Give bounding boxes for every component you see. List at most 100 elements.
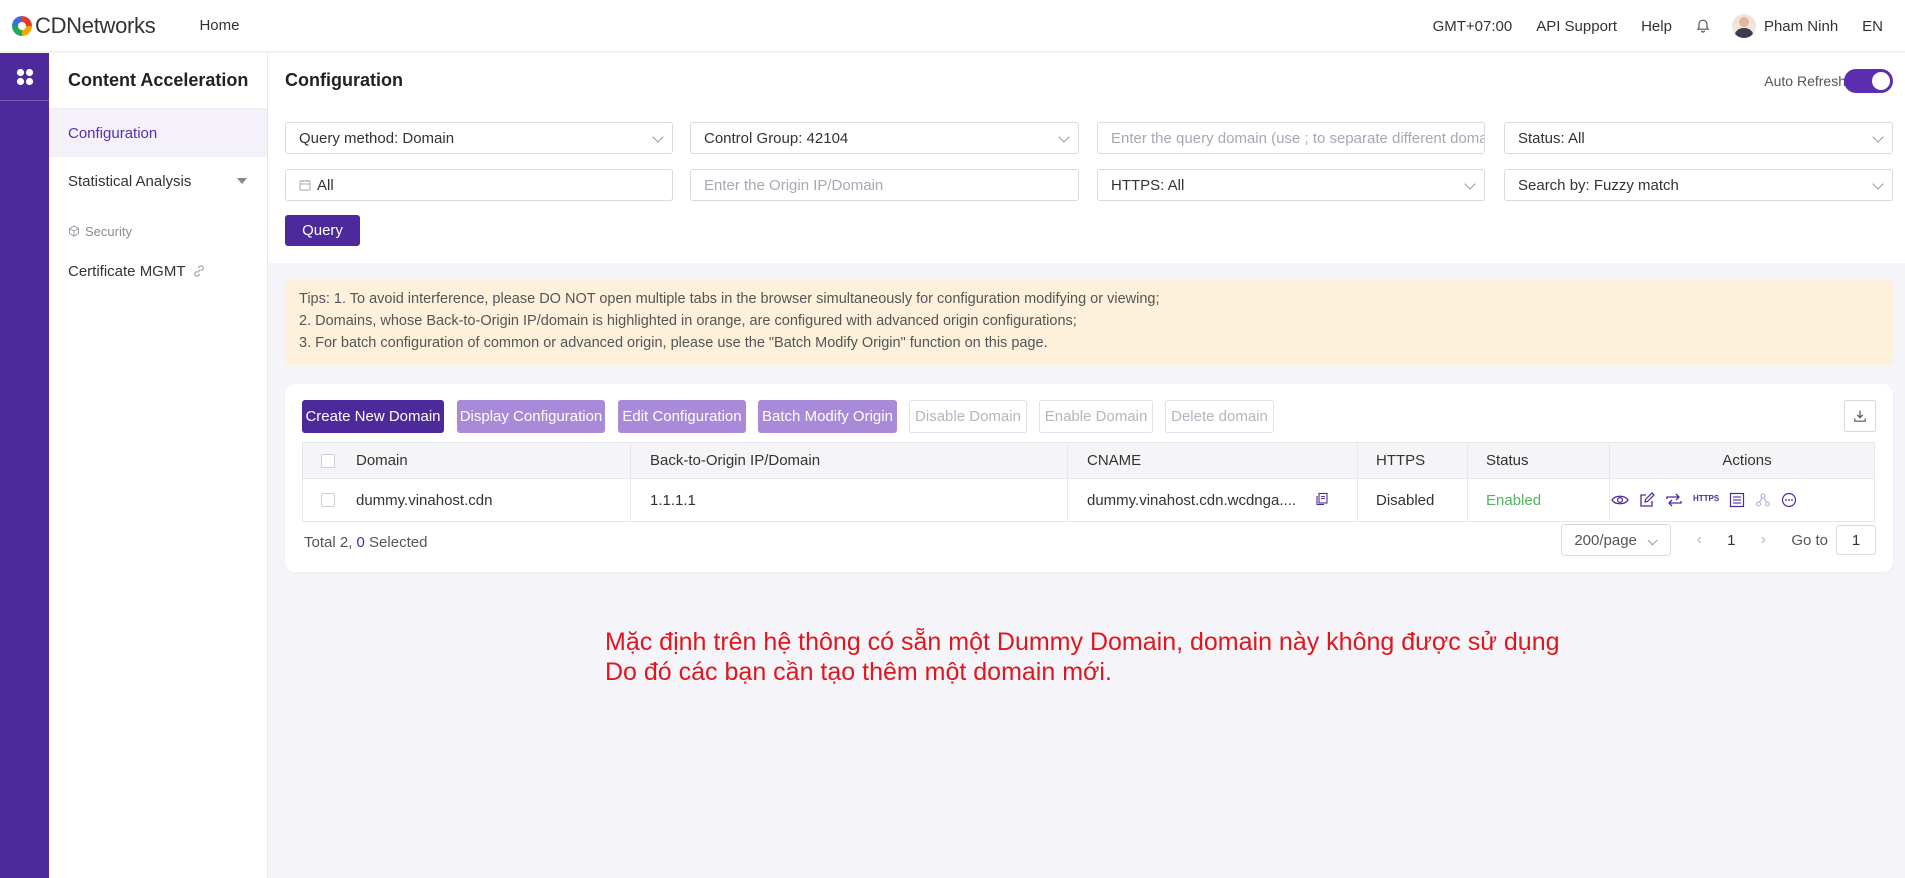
cube-icon <box>69 225 79 237</box>
date-value: All <box>317 176 334 194</box>
query-method-select[interactable]: Query method: Domain <box>285 122 673 154</box>
view-icon[interactable] <box>1611 493 1629 507</box>
top-bar: CDNetworks Home GMT+07:00 API Support He… <box>0 0 1905 52</box>
next-page-icon[interactable]: › <box>1753 530 1773 550</box>
user-name[interactable]: Pham Ninh <box>1764 18 1838 35</box>
refresh-switch-icon[interactable] <box>1665 492 1683 508</box>
prev-page-icon[interactable]: ‹ <box>1689 530 1709 550</box>
search-by-select[interactable]: Search by: Fuzzy match <box>1504 169 1893 201</box>
delete-domain-button[interactable]: Delete domain <box>1165 400 1274 433</box>
header-status: Status <box>1486 452 1529 469</box>
filter-panel: Configuration Auto Refresh Query method:… <box>268 53 1905 263</box>
domain-query-input[interactable] <box>1097 122 1485 154</box>
topology-icon[interactable] <box>1755 492 1771 508</box>
domain-table: Domain Back-to-Origin IP/Domain CNAME HT… <box>302 442 1875 522</box>
avatar[interactable] <box>1731 14 1756 38</box>
app-rail <box>0 53 49 878</box>
display-configuration-button[interactable]: Display Configuration <box>457 400 605 433</box>
chevron-down-icon <box>1872 178 1884 190</box>
sidebar-item-label: Statistical Analysis <box>68 172 192 190</box>
table-row[interactable]: dummy.vinahost.cdn 1.1.1.1 dummy.vinahos… <box>303 479 1874 521</box>
annotation-line: Mặc định trên hệ thông có sẵn một Dummy … <box>605 628 1560 656</box>
annotation-text: Mặc định trên hệ thông có sẵn một Dummy … <box>605 627 1560 687</box>
https-icon[interactable]: HTTPS <box>1693 494 1719 503</box>
nav-home[interactable]: Home <box>199 17 239 34</box>
caret-down-icon <box>237 178 247 184</box>
tip-line: Tips: 1. To avoid interference, please D… <box>299 291 1160 307</box>
chevron-down-icon <box>1464 178 1476 190</box>
brand-name: CDNetworks <box>35 12 156 38</box>
auto-refresh-toggle[interactable] <box>1844 69 1893 93</box>
link-icon <box>193 265 204 277</box>
status-select[interactable]: Status: All <box>1504 122 1893 154</box>
logo-icon <box>12 15 32 36</box>
domain-table-card: Create New Domain Display Configuration … <box>285 384 1893 572</box>
calendar-icon <box>299 180 311 191</box>
sidebar-section-security: Security <box>49 215 267 247</box>
sidebar-item-statistical-analysis[interactable]: Statistical Analysis <box>49 157 267 205</box>
page-size-select[interactable]: 200/page <box>1561 524 1672 556</box>
header-cname: CNAME <box>1087 452 1142 469</box>
disable-domain-button[interactable]: Disable Domain <box>909 400 1027 433</box>
select-value: HTTPS: All <box>1111 176 1185 194</box>
download-button[interactable] <box>1844 400 1876 432</box>
section-label: Security <box>85 223 132 239</box>
total-count: Total 2, <box>304 534 357 551</box>
cell-https: Disabled <box>1376 491 1435 509</box>
row-checkbox[interactable] <box>321 493 335 507</box>
cell-origin: 1.1.1.1 <box>650 491 696 509</box>
select-value: Control Group: 42104 <box>704 129 849 147</box>
current-page[interactable]: 1 <box>1709 532 1753 549</box>
sidebar-item-configuration[interactable]: Configuration <box>49 109 267 157</box>
enable-domain-button[interactable]: Enable Domain <box>1039 400 1153 433</box>
log-list-icon[interactable] <box>1729 492 1745 508</box>
copy-icon[interactable] <box>1315 492 1329 506</box>
timezone-selector[interactable]: GMT+07:00 <box>1433 18 1513 35</box>
header-actions: Actions <box>1722 452 1772 469</box>
chevron-down-icon <box>1872 131 1884 143</box>
select-all-checkbox[interactable] <box>321 454 335 468</box>
annotation-line: Do đó các bạn cần tạo thêm một domain mớ… <box>605 658 1112 686</box>
date-picker[interactable]: All <box>285 169 673 201</box>
header-https: HTTPS <box>1376 452 1426 469</box>
auto-refresh-label: Auto Refresh <box>1764 73 1846 89</box>
apps-grid-icon[interactable] <box>0 53 49 101</box>
domain-query-field[interactable] <box>1111 129 1484 147</box>
tip-line: 3. For batch configuration of common or … <box>299 335 1048 351</box>
goto-page-input[interactable]: 1 <box>1836 525 1876 555</box>
bell-icon[interactable] <box>1696 19 1710 33</box>
select-value: Search by: Fuzzy match <box>1518 176 1679 194</box>
row-actions: HTTPS <box>1611 479 1807 521</box>
query-button[interactable]: Query <box>285 215 360 246</box>
language-selector[interactable]: EN <box>1862 18 1883 35</box>
page-title: Configuration <box>285 70 403 90</box>
selected-label: Selected <box>364 534 428 551</box>
brand-logo[interactable]: CDNetworks <box>12 12 156 39</box>
cell-domain: dummy.vinahost.cdn <box>356 491 493 509</box>
origin-input[interactable] <box>690 169 1079 201</box>
api-support-link[interactable]: API Support <box>1536 18 1617 35</box>
sidebar-title: Content Acceleration <box>49 53 267 109</box>
cell-status: Enabled <box>1486 491 1542 509</box>
total-summary: Total 2, 0 Selected <box>304 534 427 551</box>
cell-cname: dummy.vinahost.cdn.wcdnga.... <box>1087 491 1296 509</box>
batch-modify-origin-button[interactable]: Batch Modify Origin <box>758 400 897 433</box>
tip-line: 2. Domains, whose Back-to-Origin IP/doma… <box>299 313 1077 329</box>
control-group-select[interactable]: Control Group: 42104 <box>690 122 1079 154</box>
https-select[interactable]: HTTPS: All <box>1097 169 1485 201</box>
edit-configuration-button[interactable]: Edit Configuration <box>618 400 746 433</box>
main-content: Configuration Auto Refresh Query method:… <box>268 53 1905 878</box>
more-icon[interactable] <box>1781 492 1797 508</box>
download-icon <box>1854 410 1866 422</box>
sidebar-item-certificate-mgmt[interactable]: Certificate MGMT <box>49 247 267 295</box>
select-value: Query method: Domain <box>299 129 455 147</box>
create-new-domain-button[interactable]: Create New Domain <box>302 400 444 433</box>
top-right-menu: GMT+07:00 API Support Help Pham Ninh EN <box>1433 0 1905 52</box>
sidebar-item-label: Certificate MGMT <box>68 262 186 280</box>
select-value: Status: All <box>1518 129 1585 147</box>
origin-field[interactable] <box>704 176 1078 194</box>
edit-icon[interactable] <box>1639 492 1655 508</box>
header-domain: Domain <box>356 452 408 469</box>
help-link[interactable]: Help <box>1641 18 1672 35</box>
tips-box: Tips: 1. To avoid interference, please D… <box>285 279 1893 365</box>
